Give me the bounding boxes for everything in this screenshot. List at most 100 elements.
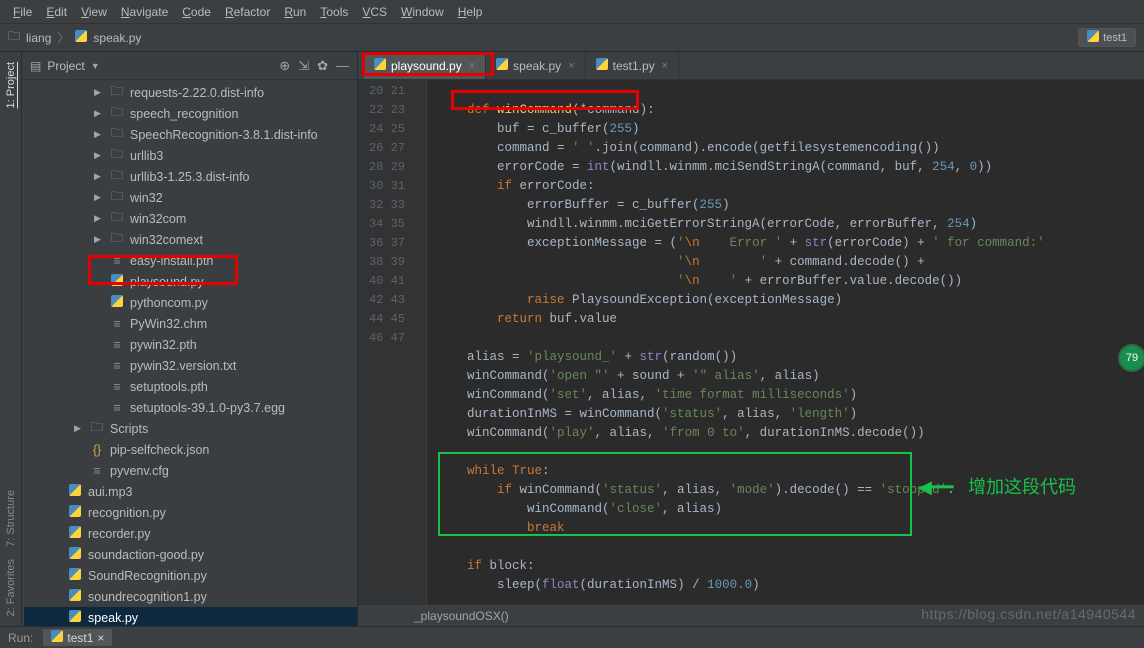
tree-item[interactable]: pythoncom.py xyxy=(24,292,357,313)
menu-code[interactable]: Code xyxy=(175,5,218,19)
expand-arrow-icon[interactable]: ▶ xyxy=(94,87,104,98)
tool-window-structure[interactable]: 7: Structure xyxy=(5,484,17,553)
code-quality-badge[interactable]: 79 xyxy=(1118,344,1144,372)
close-icon[interactable]: × xyxy=(469,60,475,72)
tree-item[interactable]: ≡ setuptools.pth xyxy=(24,376,357,397)
tree-item-label: setuptools.pth xyxy=(130,380,208,394)
tree-item[interactable]: ≡easy-install.pth xyxy=(24,250,357,271)
tree-item[interactable]: recorder.py xyxy=(24,523,357,544)
tree-item-label: pywin32.version.txt xyxy=(130,359,236,373)
watermark-text: https://blog.csdn.net/a14940544 xyxy=(921,606,1136,622)
tree-item[interactable]: soundaction-good.py xyxy=(24,544,357,565)
expand-arrow-icon[interactable]: ▶ xyxy=(94,129,104,140)
settings-icon[interactable]: ✿ xyxy=(317,58,328,74)
menu-navigate[interactable]: Navigate xyxy=(114,5,175,19)
breadcrumb-root[interactable]: liang xyxy=(26,31,51,45)
menu-view[interactable]: View xyxy=(74,5,114,19)
editor-tab[interactable]: speak.py× xyxy=(486,52,585,79)
breadcrumb-file[interactable]: speak.py xyxy=(93,31,141,45)
python-file-icon xyxy=(75,30,87,45)
tree-item[interactable]: ≡setuptools-39.1.0-py3.7.egg xyxy=(24,397,357,418)
tree-item[interactable]: ▶ 🗀 requests-2.22.0.dist-info xyxy=(24,82,357,103)
run-configuration-selector[interactable]: test1 xyxy=(1078,28,1136,47)
tree-item[interactable]: ▶🗀urllib3-1.25.3.dist-info xyxy=(24,166,357,187)
tree-item[interactable]: soundrecognition1.py xyxy=(24,586,357,607)
tree-item[interactable]: ▶🗀SpeechRecognition-3.8.1.dist-info xyxy=(24,124,357,145)
expand-arrow-icon[interactable]: ▶ xyxy=(74,423,84,434)
tree-item[interactable]: {} pip-selfcheck.json xyxy=(24,439,357,460)
tree-item[interactable]: speak.py xyxy=(24,607,357,626)
expand-arrow-icon[interactable]: ▶ xyxy=(94,108,104,119)
tree-item[interactable]: ▶🗀win32com xyxy=(24,208,357,229)
panel-title[interactable]: Project xyxy=(47,59,84,73)
menu-window[interactable]: Window xyxy=(394,5,451,19)
locate-icon[interactable]: ⊕ xyxy=(279,58,290,74)
tree-item-label: SoundRecognition.py xyxy=(88,569,207,583)
fold-strip[interactable] xyxy=(413,80,427,604)
tree-item-label: requests-2.22.0.dist-info xyxy=(130,86,264,100)
expand-arrow-icon[interactable]: ▶ xyxy=(94,192,104,203)
left-tool-rail: 1: Project 7: Structure 2: Favorites xyxy=(0,52,22,626)
menu-file[interactable]: File xyxy=(6,5,39,19)
menu-help[interactable]: Help xyxy=(451,5,490,19)
expand-arrow-icon[interactable]: ▶ xyxy=(94,234,104,245)
tree-item[interactable]: playsound.py xyxy=(24,271,357,292)
file-icon: ≡ xyxy=(110,380,124,394)
python-file-icon xyxy=(68,610,82,625)
python-file-icon xyxy=(68,568,82,583)
folder-icon: 🗀 xyxy=(110,229,124,250)
dropdown-arrow-icon[interactable]: ▼ xyxy=(91,61,100,71)
arrow-left-icon: ◀━━ xyxy=(918,477,954,498)
expand-arrow-icon[interactable]: ▶ xyxy=(94,213,104,224)
tree-item[interactable]: ▶🗀speech_recognition xyxy=(24,103,357,124)
menu-vcs[interactable]: VCS xyxy=(355,5,394,19)
project-tree[interactable]: ▶ 🗀 requests-2.22.0.dist-info ▶🗀speech_reco… xyxy=(22,80,357,626)
menu-tools[interactable]: Tools xyxy=(313,5,355,19)
tree-item[interactable]: ≡pywin32.pth xyxy=(24,334,357,355)
editor-area: playsound.py×speak.py×test1.py× 20 21 22… xyxy=(358,52,1144,626)
expand-arrow-icon[interactable]: ▶ xyxy=(94,150,104,161)
editor-tab[interactable]: playsound.py× xyxy=(364,52,486,79)
run-tab[interactable]: test1 × xyxy=(43,629,112,646)
code-editor[interactable]: def winCommand(*command): buf = c_buffer… xyxy=(427,80,1144,604)
file-icon: ≡ xyxy=(110,254,124,268)
tree-item[interactable]: ▶🗀urllib3 xyxy=(24,145,357,166)
chevron-right-icon: 〉 xyxy=(57,29,69,46)
folder-icon: 🗀 xyxy=(110,166,124,187)
close-icon[interactable]: × xyxy=(568,60,574,72)
tree-item[interactable]: ▶🗀win32 xyxy=(24,187,357,208)
tree-item-label: PyWin32.chm xyxy=(130,317,207,331)
tree-item[interactable]: ≡PyWin32.chm xyxy=(24,313,357,334)
tree-item-label: playsound.py xyxy=(130,275,204,289)
tree-item[interactable]: ▶🗀win32comext xyxy=(24,229,357,250)
tree-item-label: pip-selfcheck.json xyxy=(110,443,209,457)
menu-run[interactable]: Run xyxy=(277,5,313,19)
tree-item-label: aui.mp3 xyxy=(88,485,132,499)
tree-item[interactable]: ≡pyvenv.cfg xyxy=(24,460,357,481)
collapse-icon[interactable]: ⇲ xyxy=(298,58,309,74)
python-file-icon xyxy=(68,505,82,520)
close-icon[interactable]: × xyxy=(97,631,104,645)
json-file-icon: {} xyxy=(90,443,104,457)
tree-item[interactable]: recognition.py xyxy=(24,502,357,523)
folder-icon: 🗀 xyxy=(110,82,124,103)
tree-item[interactable]: aui.mp3 xyxy=(24,481,357,502)
close-icon[interactable]: × xyxy=(662,60,668,72)
hide-icon[interactable]: — xyxy=(336,58,349,73)
tool-window-favorites[interactable]: 2: Favorites xyxy=(5,553,17,622)
folder-icon: 🗀 xyxy=(8,27,20,48)
menu-edit[interactable]: Edit xyxy=(39,5,74,19)
menu-refactor[interactable]: Refactor xyxy=(218,5,277,19)
tree-item[interactable]: SoundRecognition.py xyxy=(24,565,357,586)
tree-item-label: speak.py xyxy=(88,611,138,625)
python-file-icon xyxy=(68,484,82,499)
tree-item[interactable]: ▶🗀Scripts xyxy=(24,418,357,439)
editor-tab[interactable]: test1.py× xyxy=(586,52,679,79)
main-menu-bar: FileEditViewNavigateCodeRefactorRunTools… xyxy=(0,0,1144,24)
tool-window-project[interactable]: 1: Project xyxy=(5,56,17,114)
expand-arrow-icon[interactable]: ▶ xyxy=(94,171,104,182)
file-icon: ≡ xyxy=(110,401,124,415)
tree-item[interactable]: ≡pywin32.version.txt xyxy=(24,355,357,376)
line-number-gutter[interactable]: 20 21 22 23 24 25 26 27 28 29 30 31 32 3… xyxy=(358,80,413,604)
python-file-icon xyxy=(110,295,124,310)
